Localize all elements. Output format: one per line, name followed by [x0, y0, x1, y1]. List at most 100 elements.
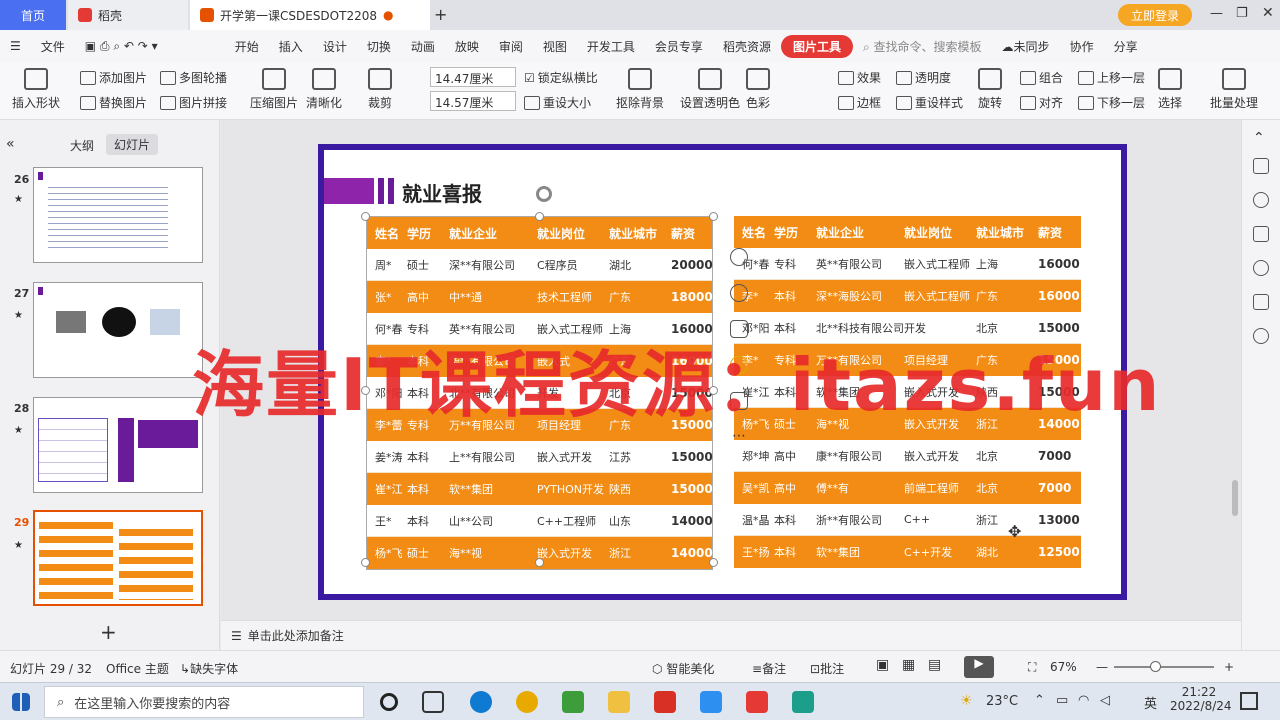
sorter-view-icon[interactable]: ▦ [902, 657, 915, 673]
set-transparent-button[interactable]: 设置透明色 [680, 68, 740, 111]
rotate-handle-icon[interactable] [536, 186, 552, 202]
search-command[interactable]: ⌕ 查找命令、搜索模板 [853, 38, 992, 55]
notification-icon[interactable] [1240, 692, 1258, 710]
missing-font-button[interactable]: ↳缺失字体 [180, 660, 238, 677]
menu-item-insert[interactable]: 插入 [269, 38, 313, 55]
play-icon[interactable]: ▶ [964, 656, 994, 678]
replace-image-button[interactable]: 替换图片 [80, 94, 147, 111]
app-p-icon[interactable] [700, 691, 722, 713]
copy-format-icon[interactable] [1253, 226, 1269, 242]
compress-button[interactable]: 压缩图片 [250, 68, 298, 111]
zoom-out-icon[interactable]: — [1096, 660, 1108, 674]
notes-toggle-button[interactable]: ≡备注 [752, 660, 786, 677]
resize-handle[interactable] [535, 212, 544, 221]
slide-thumbnail-28[interactable] [33, 397, 203, 493]
zoom-slider-thumb[interactable] [1150, 661, 1161, 672]
tab-slides[interactable]: 幻灯片 [106, 134, 159, 155]
resize-handle[interactable] [535, 558, 544, 567]
chevron-up-icon[interactable]: ⌃ [1253, 130, 1269, 146]
maximize-icon[interactable]: ❐ [1236, 6, 1248, 21]
resize-handle[interactable] [709, 558, 718, 567]
multi-carousel-button[interactable]: 多图轮播 [160, 69, 227, 86]
resize-handle[interactable] [361, 558, 370, 567]
network-icon[interactable]: ▭ [1056, 693, 1068, 708]
slide-thumbnail-26[interactable] [33, 167, 203, 263]
transparency-button[interactable]: 透明度 [896, 69, 951, 86]
menu-item-animation[interactable]: 动画 [401, 38, 445, 55]
tab-docer[interactable]: 稻壳 [68, 0, 188, 30]
comment-button[interactable]: ⊡批注 [810, 660, 844, 677]
menu-item-view[interactable]: 视图 [533, 38, 577, 55]
normal-view-icon[interactable]: ▣ [876, 657, 889, 673]
tab-outline[interactable]: 大纲 [70, 137, 94, 154]
layers-icon[interactable] [730, 248, 748, 266]
menu-file[interactable]: 文件 [31, 38, 75, 55]
crop-button[interactable]: 裁剪 [368, 68, 392, 111]
image-splice-button[interactable]: 图片拼接 [160, 94, 227, 111]
reset-size-button[interactable]: 重设大小 [524, 94, 591, 111]
resize-handle[interactable] [361, 212, 370, 221]
menu-item-member[interactable]: 会员专享 [645, 38, 713, 55]
menu-item-devtools[interactable]: 开发工具 [577, 38, 645, 55]
reading-view-icon[interactable]: ▤ [928, 657, 941, 673]
new-tab-icon[interactable]: + [434, 5, 447, 24]
slide-thumbnail-27[interactable] [33, 282, 203, 378]
input-language[interactable]: 英 [1144, 693, 1157, 712]
cortana-icon[interactable] [380, 693, 398, 711]
edge-icon[interactable] [470, 691, 492, 713]
share-button[interactable]: 分享 [1104, 38, 1148, 55]
menu-item-slideshow[interactable]: 放映 [445, 38, 489, 55]
sync-status[interactable]: ☁未同步 [992, 38, 1060, 55]
effect-button[interactable]: 效果 [838, 69, 881, 86]
task-view-icon[interactable] [422, 691, 444, 713]
insert-shape-button[interactable]: 插入形状 [12, 68, 60, 111]
settings-icon[interactable] [1253, 158, 1269, 174]
close-icon[interactable]: ✕ [1262, 5, 1274, 21]
bring-forward-button[interactable]: 上移一层 [1078, 69, 1145, 86]
reset-style-button[interactable]: 重设样式 [896, 94, 963, 111]
chrome-icon[interactable] [516, 691, 538, 713]
zoom-slider[interactable] [1114, 666, 1214, 668]
minimize-icon[interactable]: — [1210, 6, 1223, 21]
location-icon[interactable] [1253, 328, 1269, 344]
volume-icon[interactable]: ◁ [1100, 693, 1110, 708]
add-image-button[interactable]: 添加图片 [80, 69, 147, 86]
help-icon[interactable] [1253, 260, 1269, 276]
height-input[interactable]: 14.57厘米 [430, 91, 516, 111]
rotate-button[interactable]: 旋转 [978, 68, 1002, 111]
color-button[interactable]: 色彩 [746, 68, 770, 111]
quick-access-icons[interactable]: ▣ ⎙ ⌕ ↶ ↷ ▾ [75, 39, 225, 54]
file-explorer-icon[interactable] [608, 691, 630, 713]
remove-bg-button[interactable]: 抠除背景 [616, 68, 664, 111]
menu-item-review[interactable]: 审阅 [489, 38, 533, 55]
add-slide-button[interactable]: + [100, 620, 117, 644]
picture-icon[interactable] [1253, 294, 1269, 310]
tray-chevron-icon[interactable]: ⌃ [1034, 693, 1045, 708]
zoom-in-icon[interactable]: + [1224, 660, 1234, 674]
slide-thumbnail-29[interactable] [33, 510, 203, 606]
zoom-level[interactable]: 67% [1050, 660, 1077, 674]
vertical-scrollbar[interactable] [1232, 480, 1238, 516]
resize-handle[interactable] [709, 212, 718, 221]
menu-item-docer[interactable]: 稻壳资源 [713, 38, 781, 55]
border-button[interactable]: 边框 [838, 94, 881, 111]
menu-item-picture-tools[interactable]: 图片工具 [780, 34, 853, 58]
tab-document[interactable]: 开学第一课CSDESDOT2208 ● [190, 0, 430, 30]
windows-start-icon[interactable] [12, 693, 30, 711]
animation-icon[interactable] [1253, 192, 1269, 208]
group-button[interactable]: 组合 [1020, 69, 1063, 86]
menu-item-start[interactable]: 开始 [225, 38, 269, 55]
collab-button[interactable]: 协作 [1060, 38, 1104, 55]
beautify-button[interactable]: ⬡ 智能美化 [652, 660, 714, 677]
batch-button[interactable]: 批量处理 [1210, 68, 1258, 111]
wifi-icon[interactable]: ◠ [1078, 693, 1089, 708]
app-g-icon[interactable] [654, 691, 676, 713]
send-backward-button[interactable]: 下移一层 [1078, 94, 1145, 111]
sharpen-button[interactable]: 清晰化 [306, 68, 342, 111]
notepad-icon[interactable] [562, 691, 584, 713]
menu-item-design[interactable]: 设计 [313, 38, 357, 55]
notes-bar[interactable]: ☰ 单击此处添加备注 [221, 620, 1241, 650]
tab-home[interactable]: 首页 [0, 0, 66, 30]
fit-window-icon[interactable]: ⛶ [1028, 660, 1036, 675]
align-button[interactable]: 对齐 [1020, 94, 1063, 111]
